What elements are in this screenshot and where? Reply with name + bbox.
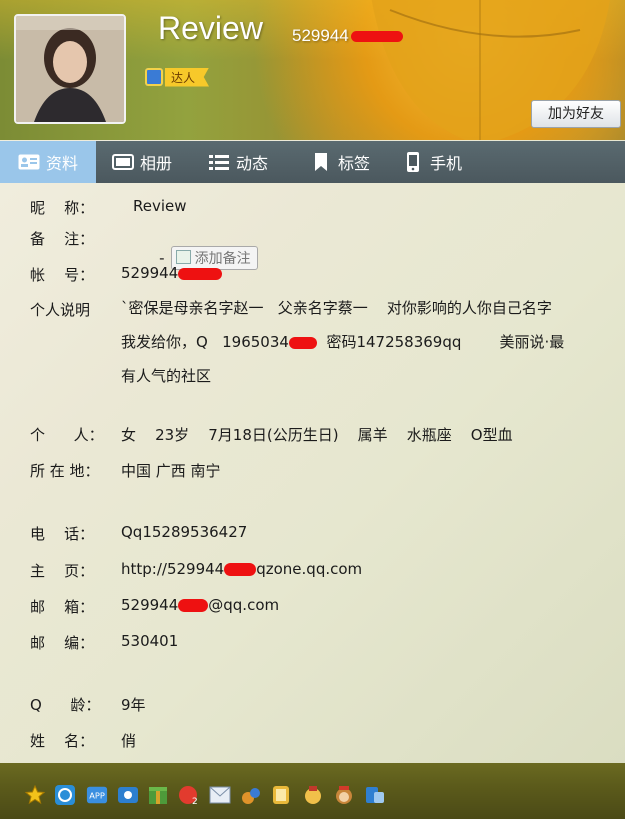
bio-value: `密保是母亲名字赵一 父亲名字蔡一 对你影响的人你自己名字 我发给你，Q 196… [121, 291, 601, 393]
tab-profile-label: 资料 [45, 154, 78, 173]
envelope-icon[interactable] [209, 784, 231, 806]
tab-feed-label: 动态 [236, 154, 269, 173]
personal-label: 个 人： [30, 426, 104, 444]
tab-bar: 资料 相册 动态 标签 手机 [0, 141, 625, 183]
bio-line-2: 我发给你，Q 1965034 密码147258369qq 美丽说·最 [121, 325, 601, 359]
zip-value: 530401 [121, 632, 179, 650]
tab-profile[interactable]: 资料 [0, 141, 96, 183]
email-value[interactable]: 529944 @qq.com [121, 596, 279, 614]
realname-value: 俏 [121, 732, 137, 750]
homepage-text-a: http://529944 [121, 560, 225, 578]
talent-badge[interactable]: 达人 [145, 66, 210, 88]
tab-mobile-label: 手机 [430, 154, 463, 173]
qq-number-text: 529944 [292, 26, 349, 45]
email-text-a: 529944 [121, 596, 179, 614]
redaction-mark [224, 563, 257, 576]
star-icon[interactable] [24, 784, 46, 806]
album-icon [112, 154, 134, 170]
bookmark-icon [310, 153, 332, 171]
tab-mobile[interactable]: 手机 [402, 141, 462, 183]
nickname-value: Review [133, 197, 187, 215]
gift-icon[interactable] [147, 784, 169, 806]
svg-text:APP: APP [89, 791, 105, 801]
nickname-label: 昵 称： [30, 199, 95, 217]
profile-card-icon [18, 154, 40, 170]
account-value: 529944 [121, 264, 223, 282]
redaction-mark [288, 336, 317, 349]
homepage-text-b: qzone.qq.com [256, 560, 363, 578]
location-label: 所 在 地： [30, 462, 100, 480]
avatar[interactable] [14, 14, 126, 124]
mail-box-icon[interactable] [117, 784, 139, 806]
phone-icon [402, 152, 424, 172]
qq-game-icon[interactable]: 2 [177, 784, 199, 806]
tab-tags[interactable]: 标签 [310, 141, 370, 183]
bottom-toolbar: APP 2 [0, 763, 625, 819]
profile-qq-number: 529944 [292, 26, 403, 46]
phone-value: Qq15289536427 [121, 523, 248, 541]
talent-badge-label: 达人 [165, 67, 210, 87]
tab-feed[interactable]: 动态 [208, 141, 268, 183]
email-text-b: @qq.com [208, 596, 280, 614]
qage-label: Q 龄： [30, 696, 101, 714]
location-value: 中国 广西 南宁 [121, 462, 221, 480]
redaction-mark [350, 31, 403, 43]
phone-label: 电 话： [30, 525, 95, 543]
homepage-label: 主 页： [30, 562, 95, 580]
personal-value: 女 23岁 7月18日(公历生日) 属羊 水瓶座 O型血 [121, 426, 513, 444]
music-icon[interactable] [240, 784, 262, 806]
tab-album-label: 相册 [140, 154, 173, 173]
profile-window: Review 529944 达人 加为好友 资料 相册 动态 标签 手机 昵 称… [0, 0, 625, 819]
bio-label: 个人说明 [30, 301, 91, 319]
tab-tags-label: 标签 [338, 154, 371, 173]
pay-icon[interactable] [270, 784, 292, 806]
account-text: 529944 [121, 264, 179, 282]
homepage-link[interactable]: http://529944 qzone.qq.com [121, 560, 362, 578]
weibo-icon[interactable] [364, 784, 386, 806]
feed-list-icon [208, 154, 230, 170]
qzone-icon[interactable] [54, 784, 76, 806]
profile-header: Review 529944 达人 加为好友 [0, 0, 625, 140]
bio-line-2a: 我发给你，Q 1965034 [121, 333, 289, 351]
redaction-mark [178, 599, 209, 612]
account-label: 帐 号： [30, 266, 95, 284]
talent-badge-icon [145, 68, 163, 86]
redaction-mark [178, 267, 223, 280]
profile-name: Review [158, 10, 263, 46]
bio-line-1: `密保是母亲名字赵一 父亲名字蔡一 对你影响的人你自己名字 [121, 299, 552, 317]
monkey-icon[interactable] [333, 784, 355, 806]
qage-value: 9年 [121, 696, 146, 714]
realname-label: 姓 名： [30, 732, 95, 750]
bio-line-2b: 密码147258369qq 美丽说·最 [316, 333, 565, 351]
bio-line-3: 有人气的社区 [121, 367, 212, 385]
avatar-photo-icon [16, 16, 124, 122]
add-friend-button[interactable]: 加为好友 [531, 100, 621, 128]
edit-note-icon [175, 250, 191, 264]
remark-label: 备 注： [30, 230, 95, 248]
app-icon[interactable]: APP [86, 784, 108, 806]
pet-icon[interactable] [302, 784, 324, 806]
email-label: 邮 箱： [30, 598, 95, 616]
tab-album[interactable]: 相册 [112, 141, 172, 183]
zip-label: 邮 编： [30, 634, 95, 652]
svg-text:2: 2 [192, 797, 198, 806]
